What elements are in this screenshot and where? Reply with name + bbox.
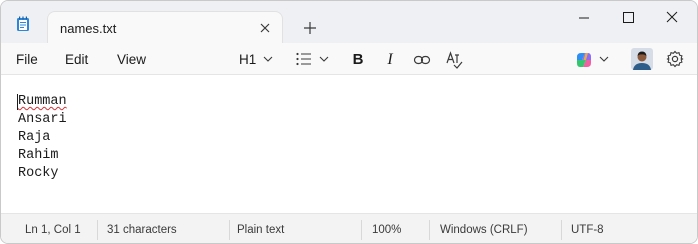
status-divider (561, 220, 562, 240)
menu-file[interactable]: File (16, 52, 38, 67)
zoom-level[interactable]: 100% (372, 224, 401, 236)
new-tab-icon[interactable] (301, 19, 319, 37)
text-format[interactable]: Plain text (237, 224, 284, 236)
document-body[interactable]: Rumman Ansari Raja Rahim Rocky (18, 93, 67, 183)
maximize-icon[interactable] (613, 7, 643, 29)
status-divider (229, 220, 230, 240)
bold-button[interactable]: B (348, 50, 368, 70)
avatar[interactable] (631, 48, 653, 70)
menu-view[interactable]: View (117, 52, 146, 67)
status-divider (429, 220, 430, 240)
status-divider (361, 220, 362, 240)
encoding[interactable]: UTF-8 (571, 224, 604, 236)
text-editor[interactable]: Rumman Ansari Raja Rahim Rocky (1, 76, 697, 213)
text-line[interactable]: Rumman (18, 93, 67, 111)
close-window-icon[interactable] (657, 7, 687, 29)
notepad-app-icon (17, 16, 29, 31)
line-endings[interactable]: Windows (CRLF) (440, 224, 528, 236)
character-count: 31 characters (107, 224, 177, 236)
menu-toolbar: File Edit View H1 B I (1, 43, 697, 75)
italic-button[interactable]: I (380, 50, 400, 70)
title-bar: names.txt (1, 1, 697, 44)
cursor-position[interactable]: Ln 1, Col 1 (25, 224, 81, 236)
tab-names-txt[interactable]: names.txt (47, 11, 283, 44)
text-line[interactable]: Rahim (18, 147, 67, 165)
copilot-icon[interactable] (573, 49, 595, 71)
status-bar: Ln 1, Col 1 31 characters Plain text 100… (1, 213, 697, 243)
link-icon[interactable] (412, 50, 432, 70)
heading-dropdown[interactable]: H1 (239, 52, 256, 67)
chevron-down-icon[interactable] (599, 54, 609, 64)
settings-icon[interactable] (665, 49, 685, 69)
text-line[interactable]: Rocky (18, 165, 67, 183)
minimize-icon[interactable] (569, 7, 599, 29)
tab-title: names.txt (60, 21, 117, 36)
chevron-down-icon[interactable] (263, 54, 273, 64)
text-line[interactable]: Raja (18, 129, 67, 147)
text-cursor (17, 94, 18, 110)
spellcheck-icon[interactable] (444, 50, 464, 70)
list-icon[interactable] (295, 51, 313, 67)
notepad-window: names.txt File Edit View H1 B I Rumman A… (0, 0, 698, 244)
menu-edit[interactable]: Edit (65, 52, 88, 67)
close-tab-icon[interactable] (256, 19, 274, 37)
text-line[interactable]: Ansari (18, 111, 67, 129)
chevron-down-icon[interactable] (319, 54, 329, 64)
status-divider (97, 220, 98, 240)
